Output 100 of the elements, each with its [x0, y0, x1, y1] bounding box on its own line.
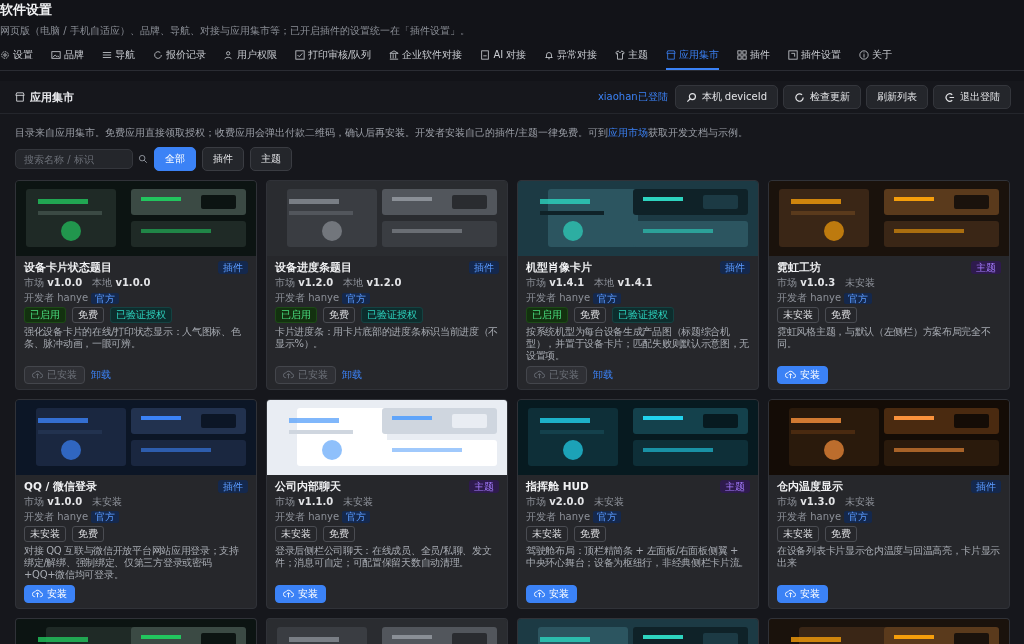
app-description: 强化设备卡片的在线/打印状态显示：人气图标、色条、脉冲动画，一眼可辨。	[24, 325, 242, 351]
cloud-upload-icon	[32, 369, 43, 381]
filter-button[interactable]: 插件	[202, 147, 244, 171]
version-text: 市场 v1.2.0 本地 v1.2.0	[275, 277, 403, 290]
app-title: 设备卡片状态题目	[24, 261, 112, 274]
status-tag: 已验证授权	[361, 307, 423, 323]
image-icon	[51, 50, 61, 60]
refresh-icon	[794, 91, 805, 103]
search-icon	[138, 154, 148, 164]
developer-text: 开发者 hanye	[24, 511, 89, 524]
uninstall-link[interactable]: 卸载	[91, 367, 111, 382]
status-tag: 免费	[72, 307, 104, 323]
status-tag: 未安装	[777, 526, 819, 542]
toolbar-button[interactable]: 检查更新	[783, 85, 861, 109]
settings-tab[interactable]: 设置	[0, 44, 33, 70]
install-button[interactable]: 安装	[526, 584, 577, 603]
developer-text: 开发者 hanye	[526, 292, 591, 305]
app-description: 登录后侧栏公司聊天：在线成员、全员/私聊、发文件；消息可自定；可配置保留天数自动清理。	[275, 544, 493, 570]
official-badge: 官方	[844, 292, 873, 305]
gear-icon	[0, 50, 10, 60]
settings-tab[interactable]: 关于	[859, 44, 893, 70]
type-badge: 插件	[971, 479, 1001, 494]
search-icon	[685, 91, 697, 103]
toolbar-button[interactable]: 退出登陆	[933, 85, 1011, 109]
cloud-upload-icon	[785, 588, 796, 600]
developer-text: 开发者 hanye	[24, 292, 89, 305]
status-tag: 未安装	[24, 526, 66, 542]
settings-tab[interactable]: 品牌	[51, 44, 84, 70]
settings-tab[interactable]: 插件	[737, 44, 771, 70]
status-tag: 未安装	[275, 526, 317, 542]
developer-text: 开发者 hanye	[777, 511, 842, 524]
status-tag: 已验证授权	[612, 307, 674, 323]
status-tag: 免费	[825, 526, 857, 542]
marketplace-link[interactable]: 应用市场	[608, 127, 649, 138]
filter-button[interactable]: 主题	[250, 147, 292, 171]
official-badge: 官方	[342, 292, 371, 305]
settings-tab[interactable]: 异常对接	[544, 44, 598, 70]
status-tag: 已启用	[275, 307, 317, 323]
toolbar-button[interactable]: 刷新列表	[866, 85, 928, 109]
bell-icon	[544, 50, 555, 60]
status-tag: 已启用	[526, 307, 568, 323]
cloud-upload-icon	[534, 369, 545, 381]
uninstall-link[interactable]: 卸载	[593, 367, 613, 382]
settings-tab[interactable]: 导航	[102, 44, 135, 70]
install-button[interactable]: 安装	[275, 584, 326, 603]
type-badge: 插件	[720, 261, 750, 275]
person-icon	[224, 50, 234, 60]
status-tag: 免费	[323, 526, 355, 542]
menu-icon	[102, 50, 112, 60]
info-icon	[859, 50, 870, 60]
developer-text: 开发者 hanye	[526, 511, 591, 524]
type-badge: 主题	[971, 261, 1001, 275]
install-button[interactable]: 安装	[777, 584, 828, 603]
document-icon	[480, 50, 491, 60]
status-tag: 免费	[574, 307, 606, 323]
app-description: 霓虹风格主题，与默认（左侧栏）方案布局完全不同。	[777, 325, 992, 351]
search-field[interactable]: 搜索名称 / 标识	[15, 149, 133, 169]
official-badge: 官方	[342, 511, 371, 523]
login-status-link[interactable]: xiaohan已登陆	[597, 90, 668, 104]
app-description: 卡片进度条：用卡片底部的进度条标识当前进度（不显示%）。	[275, 325, 499, 351]
shirt-icon	[615, 50, 626, 60]
type-badge: 主题	[720, 479, 750, 494]
install-button[interactable]: 安装	[777, 365, 828, 384]
type-badge: 插件	[469, 261, 499, 275]
app-title: 设备进度条题目	[275, 261, 352, 274]
version-text: 市场 v1.4.1 本地 v1.4.1	[526, 277, 654, 290]
settings-tab[interactable]: 用户权限	[224, 44, 277, 70]
official-badge: 官方	[844, 511, 873, 523]
app-description: 在设备列表卡片显示仓内温度与回温高亮，卡片显示出来	[777, 544, 1001, 570]
settings-tab[interactable]: 插件设置	[788, 44, 842, 70]
settings-tab[interactable]: 企业软件对接	[389, 44, 463, 70]
info-text: 目录来自应用集市。免费应用直接领取授权；收费应用会弹出付款二维码，确认后再安装。开发者安装自己的插件/主题一律免费。可到应用市场获取开发文档与示例。	[15, 126, 750, 140]
settings-tab[interactable]: 打印审核/队列	[295, 44, 372, 70]
status-tag: 免费	[574, 526, 606, 542]
uninstall-link[interactable]: 卸载	[342, 367, 362, 382]
page-title: 软件设置	[0, 1, 53, 19]
status-tag: 免费	[825, 307, 857, 323]
filter-button[interactable]: 全部	[154, 147, 196, 171]
official-badge: 官方	[91, 292, 120, 305]
status-tag: 未安装	[526, 526, 568, 542]
cloud-upload-icon	[283, 369, 294, 381]
settings-tab[interactable]: AI 对接	[480, 44, 527, 70]
page-subtitle: 网页版（电脑 / 手机自适应）、品牌、导航、对接与应用集市等；已开启插件的设置统一在「插件设置」。	[0, 24, 471, 38]
settings-tab[interactable]: 主题	[615, 44, 649, 70]
settings-tab[interactable]: 应用集市	[666, 44, 720, 70]
settings-tab[interactable]: 报价记录	[153, 44, 206, 70]
cloud-upload-icon	[534, 588, 545, 600]
toolbar-button[interactable]: 本机 deviceId	[674, 85, 778, 109]
install-button[interactable]: 安装	[24, 584, 75, 603]
developer-text: 开发者 hanye	[275, 292, 340, 305]
version-text: 市场 v1.0.0 本地 v1.0.0	[24, 277, 152, 290]
app-title: QQ / 微信登录	[24, 480, 97, 493]
version-text: 市场 v1.1.0 未安装	[275, 496, 375, 509]
app-description: 按系统机型为每台设备生成产品图（标题综合机型），并置于设备卡片；匹配失败则默认示意图，无设置项。	[526, 325, 750, 363]
status-tag: 未安装	[777, 307, 819, 323]
official-badge: 官方	[593, 292, 622, 305]
checkbox-icon	[295, 50, 305, 60]
app-title: 仓内温度显示	[777, 480, 843, 493]
version-text: 市场 v1.0.3 未安装	[777, 277, 877, 290]
status-tag: 免费	[323, 307, 355, 323]
